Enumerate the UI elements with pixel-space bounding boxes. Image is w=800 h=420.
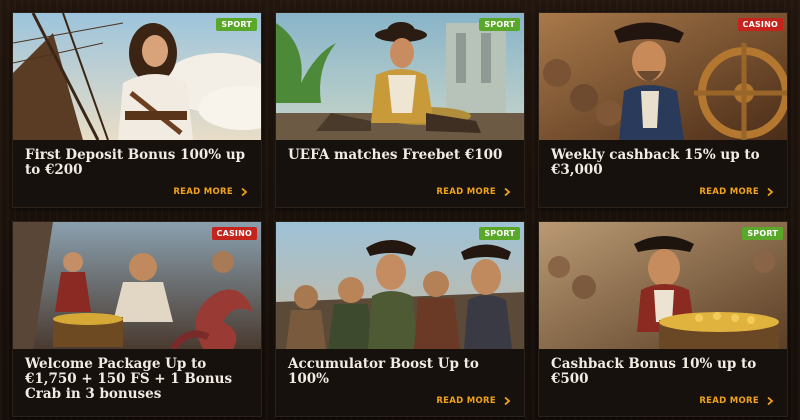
promo-card-body: Welcome Package Up to €1,750 + 150 FS + …	[13, 349, 261, 416]
promo-card-weekly-cashback[interactable]: CASINO Weekly cashback 15% up to €3,000 …	[538, 12, 788, 208]
read-more-label: READ MORE	[436, 187, 496, 197]
read-more-label: READ MORE	[436, 396, 496, 406]
promo-card-body: Cashback Bonus 10% up to €500 READ MORE	[539, 349, 787, 416]
chevron-right-icon	[767, 187, 774, 197]
promo-card-body: Weekly cashback 15% up to €3,000 READ MO…	[539, 140, 787, 207]
promo-card-image[interactable]: CASINO	[13, 222, 261, 349]
promo-card-accumulator-boost[interactable]: SPORT Accumulator Boost Up to 100% READ …	[275, 221, 525, 417]
category-badge-sport: SPORT	[216, 18, 257, 31]
read-more-label: READ MORE	[173, 187, 233, 197]
category-badge-casino: CASINO	[737, 18, 783, 31]
promo-card-body: Accumulator Boost Up to 100% READ MORE	[276, 349, 524, 416]
chevron-right-icon	[767, 396, 774, 406]
promo-card-cashback-bonus[interactable]: SPORT Cashback Bonus 10% up to €500 READ…	[538, 221, 788, 417]
promo-card-image[interactable]: SPORT	[276, 13, 524, 140]
read-more-link[interactable]: READ MORE	[436, 396, 512, 406]
chevron-right-icon	[504, 187, 511, 197]
read-more-link[interactable]: READ MORE	[699, 187, 775, 197]
promo-title: First Deposit Bonus 100% up to €200	[25, 147, 246, 178]
promo-title: Accumulator Boost Up to 100%	[288, 356, 479, 387]
promo-card-body: First Deposit Bonus 100% up to €200 READ…	[13, 140, 261, 207]
category-badge-sport: SPORT	[479, 18, 520, 31]
chevron-right-icon	[241, 187, 248, 197]
read-more-label: READ MORE	[699, 187, 759, 197]
promo-title: Welcome Package Up to €1,750 + 150 FS + …	[25, 356, 233, 402]
promo-card-first-deposit[interactable]: SPORT First Deposit Bonus 100% up to €20…	[12, 12, 262, 208]
promo-title: Cashback Bonus 10% up to €500	[551, 356, 757, 387]
category-badge-sport: SPORT	[479, 227, 520, 240]
read-more-label: READ MORE	[699, 396, 759, 406]
promo-card-image[interactable]: SPORT	[13, 13, 261, 140]
read-more-link[interactable]: READ MORE	[436, 187, 512, 197]
category-badge-casino: CASINO	[211, 227, 257, 240]
promo-card-body: UEFA matches Freebet €100 READ MORE	[276, 140, 524, 207]
promotions-grid: SPORT First Deposit Bonus 100% up to €20…	[12, 12, 788, 417]
chevron-right-icon	[504, 396, 511, 406]
category-badge-sport: SPORT	[742, 227, 783, 240]
promo-card-welcome-package[interactable]: CASINO Welcome Package Up to €1,750 + 15…	[12, 221, 262, 417]
promo-card-image[interactable]: CASINO	[539, 13, 787, 140]
read-more-link[interactable]: READ MORE	[699, 396, 775, 406]
promo-title: Weekly cashback 15% up to €3,000	[551, 147, 760, 178]
promo-title: UEFA matches Freebet €100	[288, 147, 503, 163]
promo-card-image[interactable]: SPORT	[276, 222, 524, 349]
promo-card-uefa-freebet[interactable]: SPORT UEFA matches Freebet €100 READ MOR…	[275, 12, 525, 208]
promo-card-image[interactable]: SPORT	[539, 222, 787, 349]
read-more-link[interactable]: READ MORE	[173, 187, 249, 197]
